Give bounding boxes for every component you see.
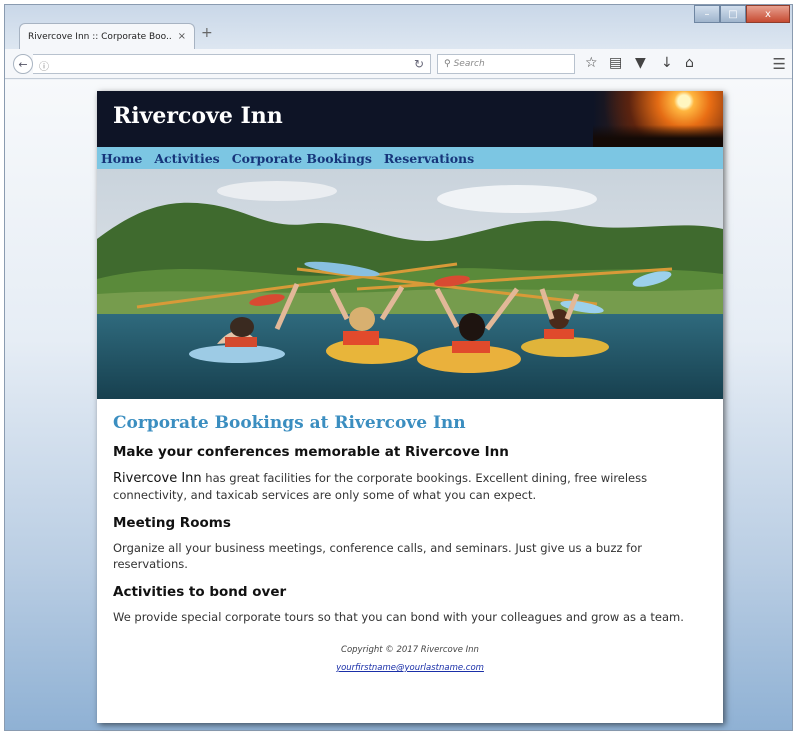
- reload-icon[interactable]: ↻: [414, 57, 424, 71]
- browser-tab[interactable]: Rivercove Inn :: Corporate Boo... ×: [19, 23, 195, 49]
- url-bar[interactable]: ⓘ ↻: [33, 54, 431, 74]
- section-text-activities: We provide special corporate tours so th…: [113, 610, 684, 624]
- web-page: Rivercove Inn Home Activities Corporate …: [97, 91, 723, 723]
- search-icon: ⚲: [444, 59, 451, 69]
- bookmark-star-icon[interactable]: ☆: [585, 55, 598, 71]
- site-nav: Home Activities Corporate Bookings Reser…: [97, 147, 723, 169]
- maximize-button[interactable]: □: [720, 5, 746, 23]
- email-link[interactable]: yourfirstname@yourlastname.com: [336, 663, 484, 673]
- intro-heading: Make your conferences memorable at River…: [113, 444, 509, 460]
- nav-link-home[interactable]: Home: [101, 151, 142, 166]
- back-arrow-icon[interactable]: ←: [13, 54, 33, 74]
- intro-brand-name: Rivercove Inn: [113, 471, 202, 486]
- tree-silhouette: [593, 125, 723, 147]
- page-viewport: Rivercove Inn Home Activities Corporate …: [5, 80, 792, 730]
- search-input[interactable]: ⚲ Search: [437, 54, 575, 74]
- close-window-button[interactable]: x: [746, 5, 790, 23]
- copyright-text: Copyright © 2017 Rivercove Inn: [341, 645, 479, 655]
- section-heading-activities: Activities to bond over: [113, 584, 287, 600]
- info-icon[interactable]: ⓘ: [39, 58, 49, 73]
- download-icon[interactable]: ↓: [661, 55, 673, 71]
- page-heading: Corporate Bookings at Rivercove Inn: [113, 413, 466, 433]
- nav-link-reservations[interactable]: Reservations: [384, 151, 474, 166]
- intro-paragraph: Rivercove Inn has great facilities for t…: [113, 470, 707, 503]
- reading-list-icon[interactable]: ▤: [609, 55, 622, 71]
- main-content: Corporate Bookings at Rivercove Inn Make…: [97, 399, 723, 674]
- pocket-icon[interactable]: ▼: [635, 55, 646, 71]
- nav-link-corporate-bookings[interactable]: Corporate Bookings: [232, 151, 372, 166]
- site-title: Rivercove Inn: [113, 103, 283, 129]
- title-bar: Rivercove Inn :: Corporate Boo... × + – …: [5, 5, 792, 49]
- new-tab-icon[interactable]: +: [201, 25, 213, 41]
- browser-window: Rivercove Inn :: Corporate Boo... × + – …: [4, 4, 793, 731]
- site-header: Rivercove Inn: [97, 91, 723, 147]
- kayak-photo: [97, 169, 723, 399]
- menu-icon[interactable]: ☰: [773, 55, 786, 73]
- page-footer: Copyright © 2017 Rivercove Inn yourfirst…: [113, 645, 707, 674]
- home-icon[interactable]: ⌂: [685, 55, 694, 71]
- navigation-toolbar: ← ⓘ ↻ ⚲ Search ☆ ▤ ▼ ↓ ⌂ ☰: [5, 49, 792, 79]
- section-heading-meeting-rooms: Meeting Rooms: [113, 515, 231, 531]
- window-controls: – □ x: [694, 5, 790, 23]
- minimize-button[interactable]: –: [694, 5, 720, 23]
- hero-kayak-image: [97, 169, 723, 399]
- section-text-meeting-rooms: Organize all your business meetings, con…: [113, 541, 642, 571]
- search-placeholder: Search: [453, 59, 485, 69]
- tab-title: Rivercove Inn :: Corporate Boo...: [28, 31, 172, 42]
- close-tab-icon[interactable]: ×: [178, 31, 186, 42]
- nav-link-activities[interactable]: Activities: [154, 151, 219, 166]
